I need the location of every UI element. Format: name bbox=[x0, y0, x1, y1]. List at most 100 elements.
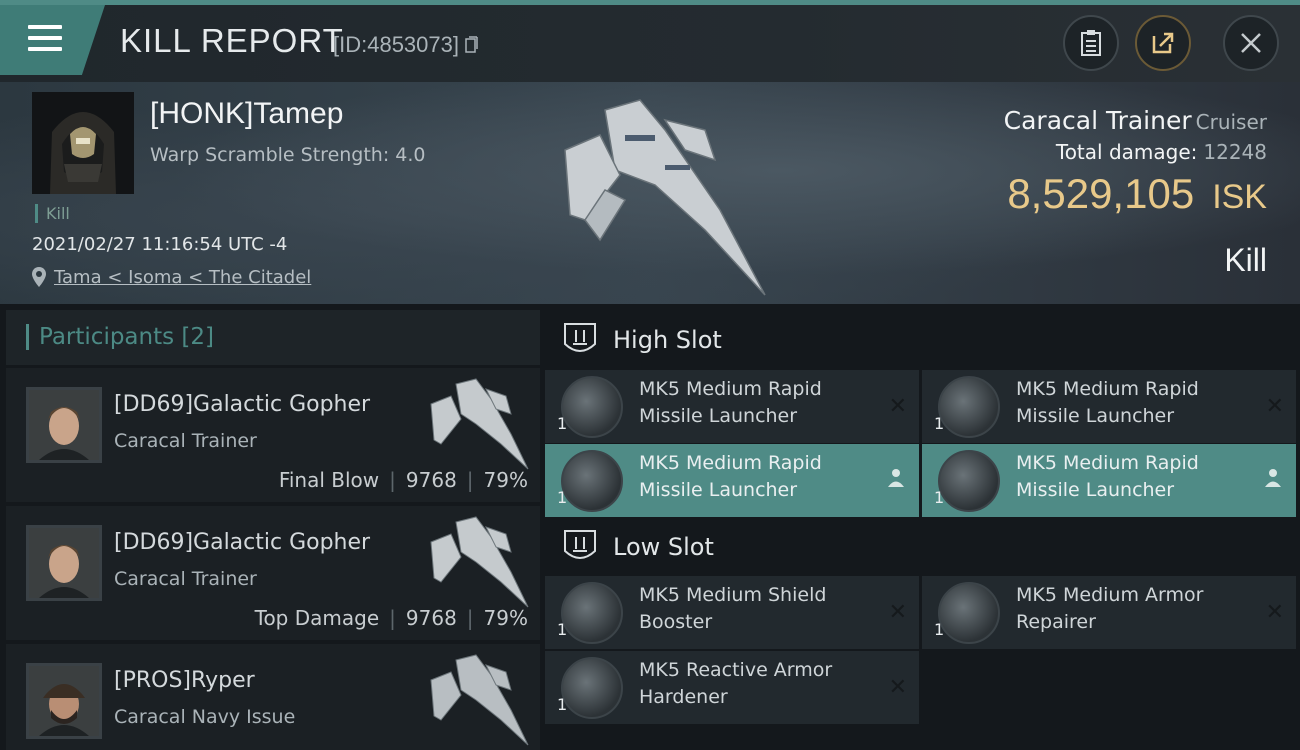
participant-damage: 9768 bbox=[405, 606, 457, 630]
item-name: MK5 Medium Rapid Missile Launcher bbox=[639, 450, 879, 504]
victim-ship-type: Caracal Trainer Cruiser bbox=[1004, 106, 1267, 135]
participants-panel: Participants [2] [DD69]Galactic Gopher C… bbox=[6, 310, 540, 750]
missile-launcher-icon bbox=[938, 376, 1000, 438]
participant-ship: Caracal Trainer bbox=[114, 568, 257, 590]
low-slot-item[interactable]: 1 MK5 Medium Armor Repairer ✕ bbox=[922, 576, 1296, 649]
participants-count: [2] bbox=[181, 324, 215, 350]
victim-banner: [HONK]Tamep Warp Scramble Strength: 4.0 … bbox=[0, 82, 1300, 304]
high-slot-item[interactable]: 1 MK5 Medium Rapid Missile Launcher bbox=[545, 444, 919, 517]
kill-tag: Kill bbox=[35, 204, 70, 223]
missile-launcher-icon bbox=[561, 450, 623, 512]
person-icon bbox=[888, 469, 904, 487]
close-button[interactable] bbox=[1223, 15, 1279, 71]
participant-name[interactable]: [DD69]Galactic Gopher bbox=[114, 530, 370, 555]
item-name-line1: MK5 Medium Rapid bbox=[1016, 452, 1199, 474]
low-slot-icon bbox=[564, 530, 596, 559]
destroyed-icon: ✕ bbox=[888, 600, 907, 625]
participant-percent: 79% bbox=[483, 606, 528, 630]
participant-ship-image bbox=[430, 654, 529, 746]
clipboard-button[interactable] bbox=[1063, 15, 1119, 71]
top-bar: KILL REPORT [ID:4853073] bbox=[0, 0, 1300, 82]
item-name: MK5 Reactive Armor Hardener bbox=[639, 657, 879, 711]
item-quantity: 1 bbox=[934, 620, 945, 639]
participant-row[interactable]: [DD69]Galactic Gopher Caracal Trainer Fi… bbox=[6, 368, 540, 502]
participant-row[interactable]: [DD69]Galactic Gopher Caracal Trainer To… bbox=[6, 506, 540, 640]
hamburger-icon bbox=[28, 25, 62, 29]
participant-avatar bbox=[26, 525, 102, 601]
item-name-line2: Repairer bbox=[1016, 611, 1096, 633]
high-slot-item[interactable]: 1 MK5 Medium Rapid Missile Launcher ✕ bbox=[922, 370, 1296, 443]
report-id-text: [ID:4853073] bbox=[333, 32, 459, 57]
item-name-line2: Missile Launcher bbox=[1016, 405, 1175, 427]
item-quantity: 1 bbox=[557, 620, 568, 639]
item-name: MK5 Medium Rapid Missile Launcher bbox=[639, 376, 879, 430]
location-pin-icon bbox=[32, 267, 46, 287]
share-icon bbox=[1152, 32, 1174, 54]
item-quantity: 1 bbox=[934, 414, 945, 433]
total-damage: Total damage: 12248 bbox=[1056, 140, 1267, 164]
participant-avatar-image bbox=[29, 666, 99, 736]
item-name-line1: MK5 Medium Rapid bbox=[639, 452, 822, 474]
participant-ship: Caracal Navy Issue bbox=[114, 706, 296, 728]
item-name-line2: Hardener bbox=[639, 686, 728, 708]
participant-avatar bbox=[26, 663, 102, 739]
destroyed-icon: ✕ bbox=[1265, 394, 1284, 419]
low-slot-item[interactable]: 1 MK5 Medium Shield Booster ✕ bbox=[545, 576, 919, 649]
person-icon bbox=[1265, 469, 1281, 487]
low-slot-header: Low Slot bbox=[545, 517, 1300, 577]
item-quantity: 1 bbox=[557, 695, 568, 714]
total-damage-value: 12248 bbox=[1203, 140, 1267, 164]
victim-name[interactable]: [HONK]Tamep bbox=[150, 97, 343, 131]
item-name-line2: Missile Launcher bbox=[639, 405, 798, 427]
armor-repairer-icon bbox=[938, 582, 1000, 644]
destroyed-icon: ✕ bbox=[888, 675, 907, 700]
participant-role: Final Blow bbox=[278, 468, 380, 492]
participants-title: Participants [2] bbox=[26, 324, 214, 350]
close-icon bbox=[1241, 33, 1261, 53]
missile-launcher-icon bbox=[561, 376, 623, 438]
participant-ship-image bbox=[430, 516, 529, 608]
item-quantity: 1 bbox=[934, 488, 945, 507]
low-slot-item[interactable]: 1 MK5 Reactive Armor Hardener ✕ bbox=[545, 651, 919, 724]
participant-damage: 9768 bbox=[405, 468, 457, 492]
high-slot-item[interactable]: 1 MK5 Medium Rapid Missile Launcher ✕ bbox=[545, 370, 919, 443]
page-title: KILL REPORT bbox=[120, 22, 344, 59]
item-name-line2: Missile Launcher bbox=[1016, 479, 1175, 501]
share-button[interactable] bbox=[1135, 15, 1191, 71]
item-name-line1: MK5 Medium Armor bbox=[1016, 584, 1204, 606]
item-name-line2: Booster bbox=[639, 611, 713, 633]
participant-avatar bbox=[26, 387, 102, 463]
participant-stats: Top Damage | 9768 | 79% bbox=[254, 606, 528, 630]
victim-avatar-image bbox=[32, 92, 134, 194]
participant-name[interactable]: [DD69]Galactic Gopher bbox=[114, 392, 370, 417]
high-slot-item[interactable]: 1 MK5 Medium Rapid Missile Launcher bbox=[922, 444, 1296, 517]
isk-value: 8,529,105 ISK bbox=[1007, 170, 1267, 218]
participant-percent: 79% bbox=[483, 468, 528, 492]
participant-ship: Caracal Trainer bbox=[114, 430, 257, 452]
total-damage-label: Total damage: bbox=[1055, 140, 1198, 164]
participant-role: Top Damage bbox=[254, 606, 380, 630]
item-name: MK5 Medium Armor Repairer bbox=[1016, 582, 1256, 636]
participants-label: Participants bbox=[39, 324, 175, 350]
participant-stats: Final Blow | 9768 | 79% bbox=[278, 468, 528, 492]
menu-button[interactable] bbox=[0, 5, 105, 75]
high-slot-icon bbox=[564, 323, 596, 352]
participant-avatar-image bbox=[29, 528, 99, 598]
participant-ship-image bbox=[430, 378, 529, 470]
ship-name[interactable]: Caracal Trainer bbox=[1004, 106, 1192, 135]
missile-launcher-icon bbox=[938, 450, 1000, 512]
report-id[interactable]: [ID:4853073] bbox=[333, 32, 479, 58]
item-name-line1: MK5 Medium Shield bbox=[639, 584, 827, 606]
item-name-line2: Missile Launcher bbox=[639, 479, 798, 501]
participant-name[interactable]: [PROS]Ryper bbox=[114, 668, 255, 693]
low-slot-label: Low Slot bbox=[613, 533, 714, 561]
participant-row[interactable]: [PROS]Ryper Caracal Navy Issue bbox=[6, 644, 540, 750]
location-link[interactable]: Tama < Isoma < The Citadel bbox=[54, 267, 311, 288]
armor-hardener-icon bbox=[561, 657, 623, 719]
top-accent-line bbox=[0, 0, 1300, 5]
victim-portrait[interactable] bbox=[32, 92, 134, 194]
copy-icon[interactable] bbox=[465, 36, 479, 54]
hamburger-icon-bar bbox=[28, 47, 62, 51]
warp-scramble-strength: Warp Scramble Strength: 4.0 bbox=[150, 144, 426, 166]
kill-status: Kill bbox=[1224, 242, 1267, 278]
